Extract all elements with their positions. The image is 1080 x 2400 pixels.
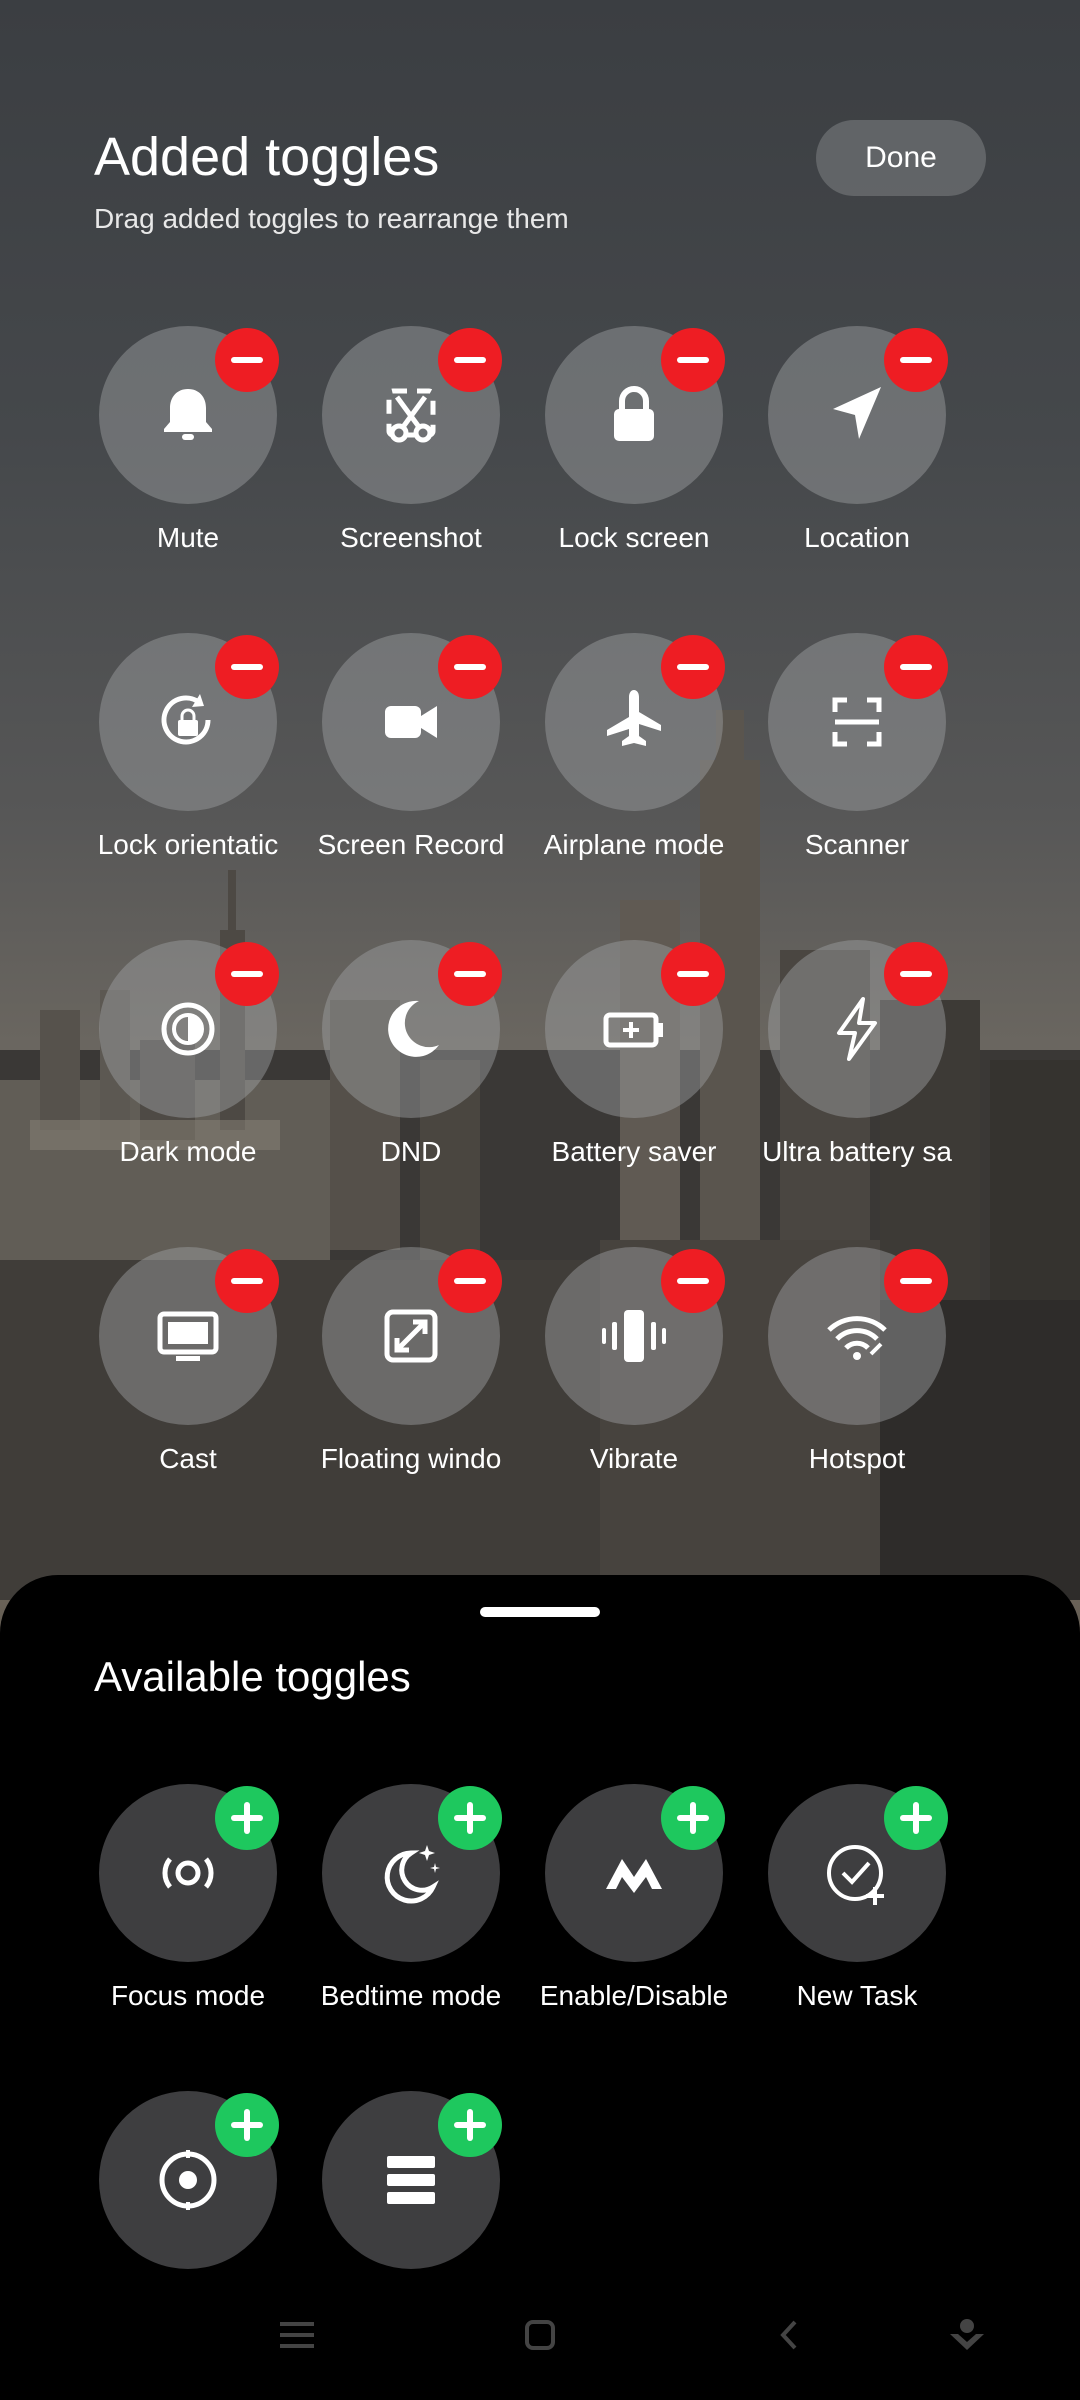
toggle-label: New Task xyxy=(796,1980,918,2011)
toggle-label: Screenshot xyxy=(340,522,482,553)
remove-toggle-button[interactable] xyxy=(438,635,502,699)
toggle-lock-screen[interactable]: Lock screen xyxy=(534,326,734,586)
minus-icon xyxy=(677,664,709,670)
toggle-label: Focus mode xyxy=(110,1980,266,2011)
remove-toggle-button[interactable] xyxy=(884,328,948,392)
plus-icon xyxy=(454,2109,486,2141)
minus-icon xyxy=(454,1278,486,1284)
toggle-screenshot[interactable]: Screenshot xyxy=(311,326,511,586)
remove-toggle-button[interactable] xyxy=(884,942,948,1006)
remove-toggle-button[interactable] xyxy=(661,635,725,699)
remove-toggle-button[interactable] xyxy=(438,328,502,392)
remove-toggle-button[interactable] xyxy=(215,942,279,1006)
toggle-hotspot[interactable]: Hotspot xyxy=(757,1247,957,1507)
plus-icon xyxy=(231,1802,263,1834)
toggle-label: DND xyxy=(380,1136,442,1167)
toggle-label: Ultra battery sa xyxy=(762,1136,952,1167)
minus-icon xyxy=(900,664,932,670)
menu-icon[interactable] xyxy=(272,2310,322,2360)
minus-icon xyxy=(231,357,263,363)
toggle-label: Scanner xyxy=(804,829,910,860)
remove-toggle-button[interactable] xyxy=(438,942,502,1006)
plus-icon xyxy=(677,1802,709,1834)
toggle-label: Airplane mode xyxy=(543,829,725,860)
minus-icon xyxy=(454,357,486,363)
plus-icon xyxy=(900,1802,932,1834)
add-toggle-button[interactable] xyxy=(661,1786,725,1850)
toggle-dark-mode[interactable]: Dark mode xyxy=(88,940,288,1200)
remove-toggle-button[interactable] xyxy=(215,1249,279,1313)
minus-icon xyxy=(231,664,263,670)
remove-toggle-button[interactable] xyxy=(884,1249,948,1313)
page-subtitle: Drag added toggles to rearrange them xyxy=(94,203,569,234)
toggle-label: Battery saver xyxy=(551,1136,717,1167)
minus-icon xyxy=(900,1278,932,1284)
toggle-focus-mode[interactable]: Focus mode xyxy=(88,1784,288,2044)
minus-icon xyxy=(677,357,709,363)
toggle-ultra-battery-sa[interactable]: Ultra battery sa xyxy=(757,940,957,1200)
add-toggle-button[interactable] xyxy=(215,2093,279,2157)
toggle-mute[interactable]: Mute xyxy=(88,326,288,586)
toggle-lock-orientatic[interactable]: Lock orientatic xyxy=(88,633,288,893)
add-toggle-button[interactable] xyxy=(438,1786,502,1850)
minus-icon xyxy=(677,971,709,977)
toggle-cast[interactable]: Cast xyxy=(88,1247,288,1507)
plus-icon xyxy=(454,1802,486,1834)
toggle-airplane-mode[interactable]: Airplane mode xyxy=(534,633,734,893)
add-toggle-button[interactable] xyxy=(215,1786,279,1850)
remove-toggle-button[interactable] xyxy=(661,328,725,392)
add-toggle-button[interactable] xyxy=(884,1786,948,1850)
add-toggle-button[interactable] xyxy=(438,2093,502,2157)
toggle-scanner[interactable]: Scanner xyxy=(757,633,957,893)
plus-icon xyxy=(231,2109,263,2141)
toggle-label: Dark mode xyxy=(119,1136,257,1167)
toggle-label: Lock screen xyxy=(558,522,710,553)
toggle-dnd[interactable]: DND xyxy=(311,940,511,1200)
minus-icon xyxy=(900,357,932,363)
toggle-label: Hotspot xyxy=(808,1443,906,1474)
toggle-label: Vibrate xyxy=(589,1443,679,1474)
minus-icon xyxy=(231,1278,263,1284)
toggle-enable-disable[interactable]: Enable/Disable xyxy=(534,1784,734,2044)
toggle-label: Enable/Disable xyxy=(539,1980,729,2011)
toggle-label: Screen Record xyxy=(317,829,505,860)
done-button[interactable]: Done xyxy=(816,120,986,196)
toggle-label: Mute xyxy=(156,522,220,553)
remove-toggle-button[interactable] xyxy=(661,942,725,1006)
toggle-vibrate[interactable]: Vibrate xyxy=(534,1247,734,1507)
navigation-bar xyxy=(0,2290,1080,2380)
available-toggles-title: Available toggles xyxy=(94,1653,411,1700)
toggle-battery-saver[interactable]: Battery saver xyxy=(534,940,734,1200)
toggle-screen-record[interactable]: Screen Record xyxy=(311,633,511,893)
toggle-label: Location xyxy=(804,522,910,553)
toggle-location[interactable]: Location xyxy=(757,326,957,586)
minus-icon xyxy=(677,1278,709,1284)
remove-toggle-button[interactable] xyxy=(438,1249,502,1313)
remove-toggle-button[interactable] xyxy=(661,1249,725,1313)
remove-toggle-button[interactable] xyxy=(215,328,279,392)
available-toggles-sheet: Available toggles Focus mode Bedtime mode… xyxy=(0,1575,1080,2400)
assist-icon[interactable] xyxy=(942,2310,992,2360)
toggle-label: Cast xyxy=(159,1443,217,1474)
toggle-label: Floating windo xyxy=(320,1443,502,1474)
toggle-new-task[interactable]: New Task xyxy=(757,1784,957,2044)
remove-toggle-button[interactable] xyxy=(215,635,279,699)
home-square-icon[interactable] xyxy=(515,2310,565,2360)
remove-toggle-button[interactable] xyxy=(884,635,948,699)
minus-icon xyxy=(900,971,932,977)
toggle-bedtime-mode[interactable]: Bedtime mode xyxy=(311,1784,511,2044)
toggle-label: Bedtime mode xyxy=(320,1980,502,2011)
toggle-label: Lock orientatic xyxy=(97,829,279,860)
back-icon[interactable] xyxy=(765,2310,815,2360)
toggle-floating-windo[interactable]: Floating windo xyxy=(311,1247,511,1507)
minus-icon xyxy=(454,664,486,670)
minus-icon xyxy=(454,971,486,977)
page-title: Added toggles xyxy=(94,127,440,187)
minus-icon xyxy=(231,971,263,977)
sheet-drag-handle[interactable] xyxy=(480,1607,600,1617)
